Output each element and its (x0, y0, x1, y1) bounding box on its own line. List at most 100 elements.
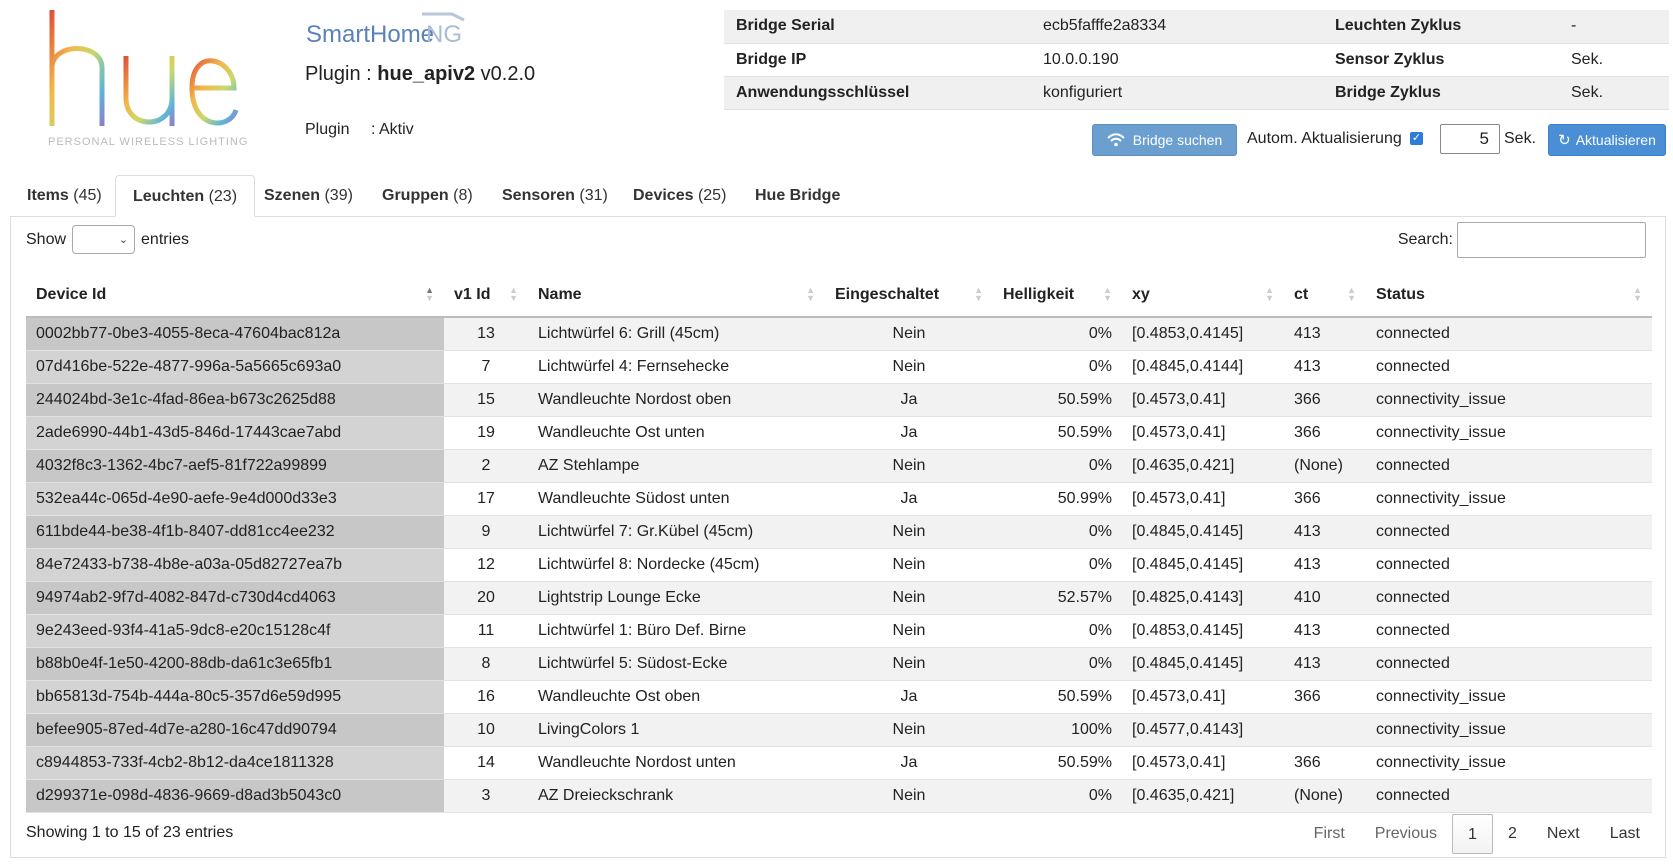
xy-cell: [0.4577,0.4143] (1122, 713, 1284, 747)
brightness-cell: 50.99% (993, 482, 1122, 516)
name-cell: Lichtwürfel 1: Büro Def. Birne (528, 614, 825, 648)
entries-select[interactable]: ⌄ (72, 225, 136, 254)
table-row: 611bde44-be38-4f1b-8407-dd81cc4ee232 9 Lic… (26, 515, 1652, 549)
pager-page-2[interactable]: 2 (1493, 814, 1532, 854)
status-cell: connected (1366, 581, 1652, 615)
tab-label: Szenen (264, 187, 321, 204)
sort-icon: ▲ ▼ (1347, 285, 1356, 303)
table-row: 9e243eed-93f4-41a5-9dc8-e20c15128c4f 11 Li… (26, 614, 1652, 648)
v1-id-cell: 17 (444, 482, 528, 516)
column-header-device-id[interactable]: Device Id ▲ ▼ (26, 273, 444, 318)
refresh-label: Aktualisieren (1575, 132, 1656, 148)
column-header-xy[interactable]: xy ▲ ▼ (1122, 273, 1284, 318)
tab-gruppen[interactable]: Gruppen (8) (365, 175, 490, 217)
v1-id-cell: 2 (444, 449, 528, 483)
table-row: 94974ab2-9f7d-4082-847d-c730d4cd4063 20 Li… (26, 581, 1652, 615)
wifi-icon (1107, 133, 1125, 147)
hue-logo: PERSONAL WIRELESS LIGHTING (44, 6, 254, 162)
on-state-cell: Ja (825, 383, 993, 417)
column-header-eingeschaltet[interactable]: Eingeschaltet ▲ ▼ (825, 273, 993, 318)
pager-last[interactable]: Last (1595, 814, 1655, 854)
column-header-v1-id[interactable]: v1 Id ▲ ▼ (444, 273, 528, 318)
plugin-status-value: : Aktiv (371, 121, 414, 138)
column-header-label: Helligkeit (1003, 285, 1075, 303)
tab-hue-bridge[interactable]: Hue Bridge (738, 175, 857, 217)
on-state-cell: Nein (825, 581, 993, 615)
v1-id-cell: 3 (444, 779, 528, 813)
lights-table: Device Id ▲ ▼ v1 Id ▲ ▼ Name ▲ ▼ Eingeschaltet ▲ ▼ H… (26, 273, 1652, 813)
column-header-helligkeit[interactable]: Helligkeit ▲ ▼ (993, 273, 1122, 318)
ct-cell: (None) (1284, 779, 1366, 813)
status-cell: connectivity_issue (1366, 383, 1652, 417)
on-state-cell: Ja (825, 416, 993, 450)
device-id-cell: 9e243eed-93f4-41a5-9dc8-e20c15128c4f (26, 614, 444, 648)
bridge-info-value: konfiguriert (1031, 76, 1323, 110)
brightness-cell: 0% (993, 614, 1122, 648)
search-box: Search: (1398, 222, 1646, 258)
xy-cell: [0.4845,0.4145] (1122, 515, 1284, 549)
ct-cell: 413 (1284, 515, 1366, 549)
sort-icon: ▲ ▼ (425, 285, 434, 303)
column-header-name[interactable]: Name ▲ ▼ (528, 273, 825, 318)
table-row: d299371e-098d-4836-9669-d8ad3b5043c0 3 AZ … (26, 779, 1652, 813)
brightness-cell: 0% (993, 647, 1122, 681)
device-id-cell: 94974ab2-9f7d-4082-847d-c730d4cd4063 (26, 581, 444, 615)
interval-unit: Sek. (1504, 130, 1537, 147)
v1-id-cell: 19 (444, 416, 528, 450)
tab-label: Hue Bridge (755, 187, 841, 204)
pager-page-1[interactable]: 1 (1452, 814, 1493, 854)
smarthomeng-wordmark: SmartHome (306, 21, 434, 48)
sort-icon: ▲ ▼ (1103, 285, 1112, 303)
on-state-cell: Nein (825, 350, 993, 384)
pager-first[interactable]: First (1299, 814, 1360, 854)
show-label: Show (26, 230, 67, 248)
name-cell: Wandleuchte Südost unten (528, 482, 825, 516)
brightness-cell: 100% (993, 713, 1122, 747)
v1-id-cell: 16 (444, 680, 528, 714)
tab-leuchten[interactable]: Leuchten (23) (115, 175, 256, 217)
status-cell: connectivity_issue (1366, 713, 1652, 747)
bridge-search-button[interactable]: Bridge suchen (1092, 124, 1237, 156)
device-id-cell: 532ea44c-065d-4e90-aefe-9e4d000d33e3 (26, 482, 444, 516)
on-state-cell: Nein (825, 317, 993, 351)
auto-update-checkbox[interactable]: ✓ (1410, 132, 1423, 145)
status-cell: connected (1366, 647, 1652, 681)
bridge-info-key: Bridge Serial (724, 10, 1031, 44)
bridge-info-row: Anwendungsschlüssel konfiguriert Bridge Zy… (724, 76, 1669, 110)
ct-cell: 413 (1284, 350, 1366, 384)
bridge-info-key: Anwendungsschlüssel (724, 76, 1031, 110)
brightness-cell: 0% (993, 515, 1122, 549)
status-cell: connected (1366, 614, 1652, 648)
name-cell: Wandleuchte Ost unten (528, 416, 825, 450)
plugin-title-prefix: Plugin : (305, 63, 378, 85)
tab-label: Leuchten (133, 188, 205, 205)
bridge-info-key: Bridge IP (724, 43, 1031, 77)
tab-label: Items (27, 187, 69, 204)
tab-items[interactable]: Items (45) (10, 175, 119, 217)
column-header-status[interactable]: Status ▲ ▼ (1366, 273, 1652, 318)
brightness-cell: 0% (993, 317, 1122, 351)
tab-devices[interactable]: Devices (25) (616, 175, 743, 217)
column-header-ct[interactable]: ct ▲ ▼ (1284, 273, 1366, 318)
device-id-cell: 611bde44-be38-4f1b-8407-dd81cc4ee232 (26, 515, 444, 549)
table-row: 2ade6990-44b1-43d5-846d-17443cae7abd 19 Wa… (26, 416, 1652, 450)
search-input[interactable] (1457, 222, 1646, 258)
table-row: 244024bd-3e1c-4fad-86ea-b673c2625d88 15 Wa… (26, 383, 1652, 417)
pager-previous[interactable]: Previous (1360, 814, 1452, 854)
pager-next[interactable]: Next (1532, 814, 1595, 854)
xy-cell: [0.4635,0.421] (1122, 449, 1284, 483)
v1-id-cell: 13 (444, 317, 528, 351)
interval-input[interactable]: 5 (1440, 124, 1500, 154)
tab-szenen[interactable]: Szenen (39) (247, 175, 370, 217)
brightness-cell: 50.59% (993, 746, 1122, 780)
column-header-label: Device Id (36, 285, 107, 303)
table-row: 07d416be-522e-4877-996a-5a5665c693a0 7 Lic… (26, 350, 1652, 384)
refresh-button[interactable]: ↻ Aktualisieren (1548, 124, 1666, 156)
v1-id-cell: 7 (444, 350, 528, 384)
v1-id-cell: 10 (444, 713, 528, 747)
name-cell: Lightstrip Lounge Ecke (528, 581, 825, 615)
plugin-status-label: Plugin (305, 121, 350, 138)
plugin-name: hue_apiv2 (377, 63, 476, 85)
bridge-info-key: Leuchten Zyklus (1323, 10, 1559, 44)
tab-sensoren[interactable]: Sensoren (31) (485, 175, 625, 217)
